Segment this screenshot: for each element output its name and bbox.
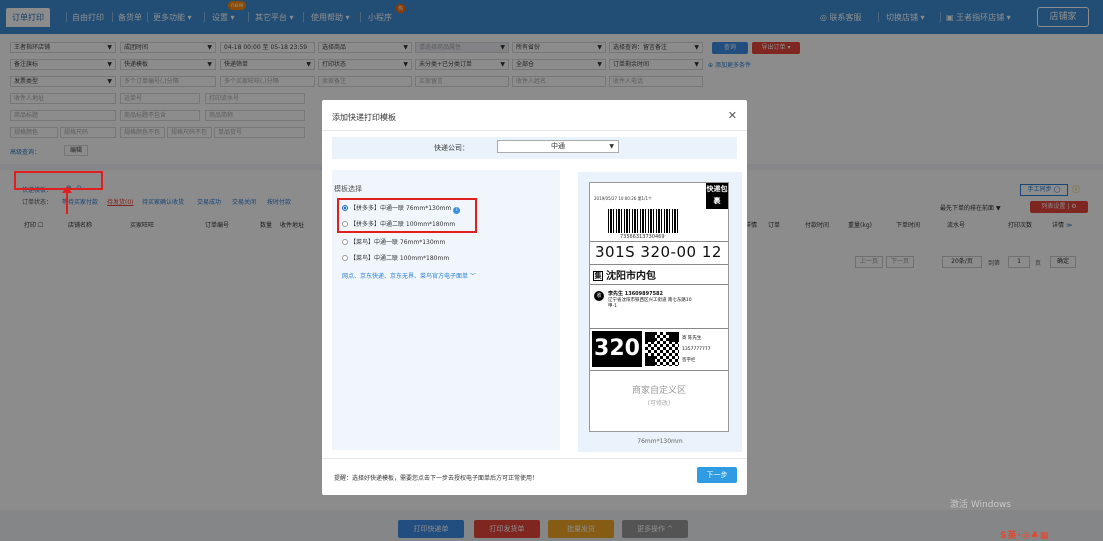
divider [590, 241, 728, 242]
radio-icon[interactable] [342, 255, 348, 261]
add-template-dialog: 添加快递打印模板 ✕ 快递公司： 中通 ▼ 模板选择 【拼多多】中通一联 76mm… [322, 100, 747, 495]
sender-info: 寄 陈先生 1357777777 签字栏 [682, 336, 711, 363]
express-company-select[interactable]: 中通 ▼ [497, 140, 619, 153]
caret-down-icon: ▼ [609, 143, 614, 150]
qr-code [645, 332, 679, 366]
barcode-number: 73566313730469 [620, 234, 665, 240]
annotation-arrow-head [62, 186, 72, 193]
template-option-4[interactable]: 【菜鸟】中通二联 100mm*180mm [342, 253, 449, 262]
tray-icons: S英·◎♣▦ [1000, 531, 1050, 541]
next-step-button[interactable]: 下一步 [697, 467, 737, 483]
divider [590, 264, 728, 265]
merchant-custom-area: 商家自定义区 [631, 386, 686, 396]
collect-mark: 集 [593, 271, 603, 281]
annotation-box [14, 171, 103, 190]
template-size: 76mm*130mm [637, 438, 683, 445]
print-date: 2019/05/27 10:00:26 第1/1个 [594, 196, 652, 201]
divider [590, 284, 728, 285]
express-package-tag: 快递包裹 [706, 183, 728, 209]
template-heading: 模板选择 [334, 185, 362, 193]
barcode [608, 209, 680, 233]
more-templates-link[interactable]: 网点、京东快递、京东无界、菜鸟官方电子面单 ﹀ [342, 271, 476, 280]
annotation-box [337, 198, 477, 233]
route-code: 320 [592, 331, 642, 367]
waybill-preview: 2019/05/27 10:00:26 第1/1个 快递包裹 735663137… [589, 182, 729, 432]
annotation-arrow [66, 190, 68, 214]
close-icon[interactable]: ✕ [728, 109, 737, 122]
template-option-3[interactable]: 【菜鸟】中通一联 76mm*130mm [342, 237, 445, 246]
divider [590, 328, 728, 329]
sorting-code: 301S 320-00 12 [595, 243, 722, 261]
windows-watermark: 激活 Windows [950, 500, 1012, 510]
receiver-mark: 收 [594, 291, 604, 301]
receiver-address: 辽宁省沈阳市铁西区兴工街道 南七东路10甲-1 [608, 298, 692, 309]
dialog-title: 添加快递打印模板 [332, 113, 396, 122]
receiver-name: 李先生 13609897582 [608, 291, 664, 297]
divider [590, 370, 728, 371]
dialog-tip: 提醒：选择好快递模板，需要您点击下一步去授权电子面单后方可正常使用！ [334, 475, 539, 482]
merchant-editable-note: (可修改) [647, 400, 671, 407]
destination-city: 集沈阳市内包 [593, 271, 656, 282]
divider [322, 130, 747, 131]
divider [322, 458, 747, 459]
express-company-label: 快递公司： [434, 144, 469, 152]
radio-icon[interactable] [342, 239, 348, 245]
